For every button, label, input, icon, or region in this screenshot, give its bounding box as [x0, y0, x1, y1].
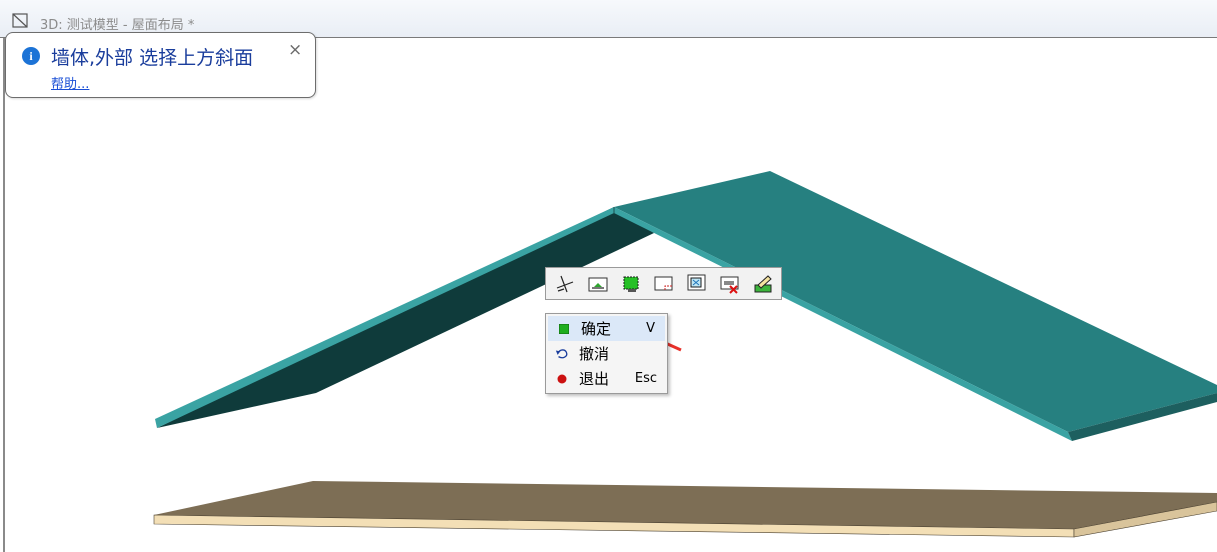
select-corner-icon[interactable]	[651, 271, 676, 296]
menu-item-confirm[interactable]: 确定 V	[548, 316, 665, 341]
menu-item-undo[interactable]: 撤消	[546, 341, 667, 366]
deselect-icon[interactable]	[717, 271, 742, 296]
selection-toolbar	[545, 267, 782, 300]
confirm-green-square-icon	[557, 322, 571, 336]
roof-right-top[interactable]	[614, 171, 1217, 432]
instruction-text: 墙体,外部 选择上方斜面	[51, 47, 254, 69]
trim-line-icon[interactable]	[552, 271, 577, 296]
select-all-icon[interactable]	[618, 271, 643, 296]
menu-item-label: 退出	[579, 370, 610, 388]
select-area-icon[interactable]	[585, 271, 610, 296]
undo-arrow-icon	[555, 347, 569, 361]
menu-item-shortcut: Esc	[634, 371, 657, 386]
info-icon: i	[22, 47, 40, 65]
menu-item-shortcut: V	[646, 321, 655, 336]
exit-red-dot-icon	[555, 372, 569, 386]
menu-item-exit[interactable]: 退出 Esc	[546, 366, 667, 391]
application-window: 3D: 测试模型 - 屋面布局 * i 墙体,外部 选择上方斜面 帮助... ×	[0, 0, 1217, 552]
help-link[interactable]: 帮助...	[51, 73, 89, 92]
close-icon[interactable]: ×	[288, 41, 302, 59]
menu-item-label: 确定	[581, 320, 612, 338]
context-menu: 确定 V 撤消 退出 Esc	[545, 313, 668, 394]
edit-pencil-icon[interactable]	[750, 271, 775, 296]
instruction-balloon: i 墙体,外部 选择上方斜面 帮助... ×	[5, 32, 316, 98]
select-window-icon[interactable]	[684, 271, 709, 296]
menu-item-label: 撤消	[579, 345, 610, 363]
